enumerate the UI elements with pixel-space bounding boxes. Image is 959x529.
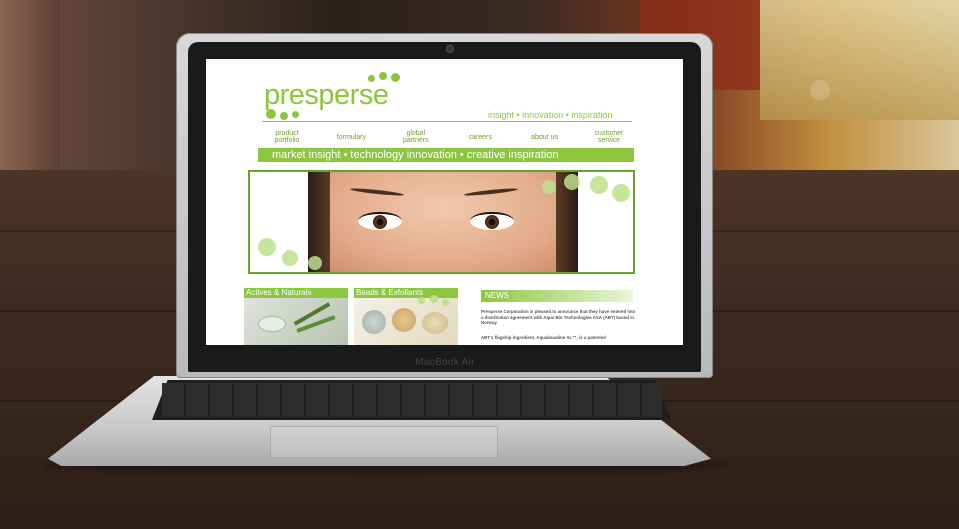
model-face xyxy=(308,172,578,272)
eye-left xyxy=(358,212,402,230)
card-title: Actives & Naturals xyxy=(244,288,348,298)
decor-circle xyxy=(542,180,556,194)
decor-circle xyxy=(282,250,298,266)
logo-dot xyxy=(280,112,288,120)
logo-dot xyxy=(391,73,400,82)
camera-icon xyxy=(447,46,453,52)
decor-circle xyxy=(430,295,438,303)
card-beads-exfoliants[interactable]: Beads & Exfoliants xyxy=(354,288,458,345)
powder-bowl xyxy=(362,310,386,334)
trackpad xyxy=(270,426,498,458)
logo-dot xyxy=(292,111,299,118)
light-bokeh xyxy=(810,80,830,100)
powder-bowl xyxy=(392,308,416,332)
nav-customer-service[interactable]: customer service xyxy=(584,130,634,144)
decor-circle xyxy=(258,238,276,256)
slogan-banner: market insight • technology innovation •… xyxy=(258,148,634,162)
website-screen: presperse insight • innovation • inspira… xyxy=(206,59,683,345)
news-paragraph: ABT's flagship ingredient, Aquabeautine … xyxy=(481,335,606,340)
card-actives-naturals[interactable]: Actives & Naturals xyxy=(244,288,348,345)
mortar-bowl xyxy=(258,316,286,332)
decor-circle xyxy=(612,184,630,202)
decor-circle xyxy=(564,174,580,190)
news-paragraph: Presperse Corporation is pleased to anno… xyxy=(481,309,636,326)
nav-about-us[interactable]: about us xyxy=(520,134,570,141)
decor-circle xyxy=(308,256,322,270)
nav-product-portfolio[interactable]: product portfolio xyxy=(262,130,312,144)
decor-circle xyxy=(418,297,425,304)
background-window xyxy=(760,0,959,120)
eye-right xyxy=(470,212,514,230)
keyboard-keys xyxy=(162,383,662,417)
divider xyxy=(262,121,632,122)
nav-formulary[interactable]: formulary xyxy=(326,134,376,141)
decor-circle xyxy=(590,176,608,194)
card-title: Beads & Exfoliants xyxy=(354,288,458,298)
nav-careers[interactable]: careers xyxy=(455,134,505,141)
tagline: insight • innovation • inspiration xyxy=(488,110,613,120)
device-label: MacBook Air xyxy=(415,357,475,368)
news-heading: NEWS xyxy=(481,290,633,302)
decor-circle xyxy=(442,299,449,306)
nav-global-partners[interactable]: global partners xyxy=(391,130,441,144)
powder-bowl xyxy=(422,312,448,334)
main-nav: product portfolio formulary global partn… xyxy=(262,128,634,146)
hero-image xyxy=(248,170,635,274)
site-logo[interactable]: presperse xyxy=(264,79,389,112)
card-image xyxy=(244,298,348,345)
